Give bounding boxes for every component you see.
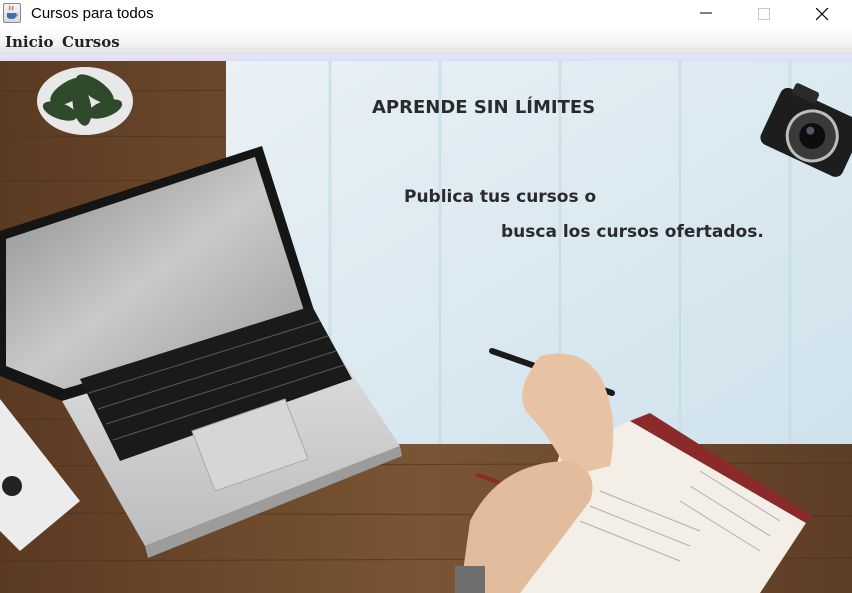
java-coffee-cup-icon (3, 3, 21, 23)
menu-cursos[interactable]: Cursos (62, 33, 120, 51)
minimize-button[interactable] (678, 0, 736, 28)
close-button[interactable] (794, 0, 852, 28)
menu-bar: Inicio Cursos (0, 28, 852, 56)
maximize-icon (758, 8, 770, 20)
hero-title: APRENDE SIN LÍMITES (372, 97, 596, 118)
maximize-button[interactable] (736, 0, 794, 28)
menu-inicio[interactable]: Inicio (5, 33, 53, 51)
hero-panel: APRENDE SIN LÍMITES Publica tus cursos o… (0, 61, 852, 593)
hero-subtitle-line1: Publica tus cursos o (404, 187, 597, 207)
background-image (0, 61, 852, 593)
hero-subtitle-line2: busca los cursos ofertados. (501, 222, 764, 242)
close-icon (816, 8, 829, 21)
minimize-icon (700, 12, 712, 14)
window-titlebar: Cursos para todos (0, 0, 852, 28)
window-title: Cursos para todos (31, 5, 154, 22)
